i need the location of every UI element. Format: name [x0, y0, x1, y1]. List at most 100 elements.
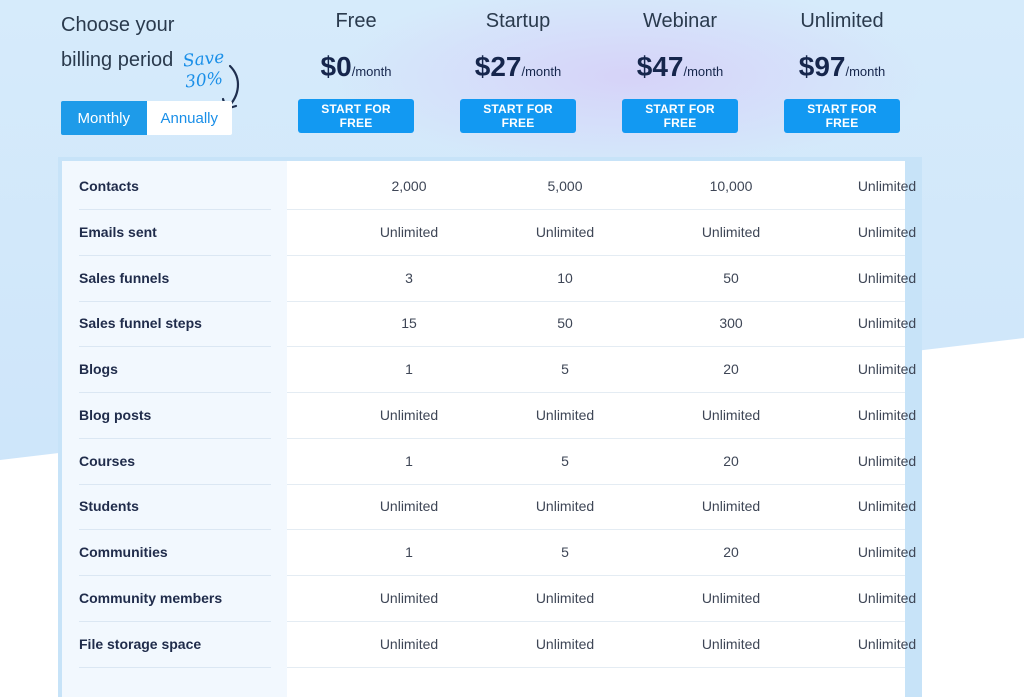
- feature-value-cell: 50: [723, 269, 739, 286]
- feature-value-cell: Unlimited: [857, 498, 917, 515]
- feature-value-cell: Unlimited: [701, 635, 761, 652]
- feature-value-cell: 1: [405, 361, 413, 377]
- table-row: Blogs 1 5 20 Unlimited: [58, 347, 922, 393]
- feature-value-cell: Unlimited: [857, 361, 917, 377]
- feature-value-cell: 3: [405, 269, 413, 286]
- feature-label: Courses: [79, 439, 271, 485]
- table-row: Courses 1 5 20 Unlimited: [58, 439, 922, 485]
- feature-values: Unlimited Unlimited Unlimited Unlimited: [287, 393, 916, 439]
- feature-value-cell: Unlimited: [857, 406, 917, 423]
- feature-value-cell: Unlimited: [857, 544, 917, 560]
- price-amount: $27: [474, 51, 522, 82]
- feature-value-cell: 1: [405, 452, 413, 469]
- feature-value-cell: Unlimited: [701, 498, 761, 515]
- feature-value-cell: 20: [723, 452, 739, 469]
- feature-values: 1 5 20 Unlimited: [287, 439, 916, 485]
- feature-value-cell: 5,000: [547, 178, 583, 194]
- table-row: Blog posts Unlimited Unlimited Unlimited Unl…: [58, 393, 922, 439]
- feature-label: Emails sent: [79, 210, 271, 256]
- plan-price: $0/month: [286, 51, 426, 83]
- plan-free: Free $0/month START FOR FREE: [286, 10, 426, 133]
- feature-value-cell: 2,000: [391, 178, 427, 194]
- feature-value-cell: Unlimited: [379, 498, 439, 515]
- table-row: Sales funnel steps 15 50 300 Unlimited: [58, 301, 922, 348]
- feature-label: File storage space: [79, 622, 271, 668]
- feature-label: Sales funnels: [79, 256, 271, 302]
- feature-label: Blog posts: [79, 393, 271, 439]
- plan-name: Webinar: [642, 10, 718, 32]
- feature-values: Unlimited Unlimited Unlimited Unlimited: [287, 484, 916, 531]
- feature-values: 15 50 300 Unlimited: [287, 301, 916, 348]
- feature-value-cell: Unlimited: [379, 406, 439, 423]
- price-period: /month: [845, 64, 886, 79]
- feature-value-cell: 1: [405, 544, 413, 560]
- feature-value-cell: Unlimited: [535, 223, 595, 240]
- feature-value-cell: 20: [723, 544, 739, 560]
- plan-price: $27/month: [448, 51, 588, 83]
- plan-name: Startup: [485, 10, 551, 32]
- feature-value-cell: Unlimited: [535, 498, 595, 515]
- price-period: /month: [521, 64, 562, 79]
- feature-value-cell: 50: [557, 315, 573, 332]
- feature-value-cell: Unlimited: [379, 635, 439, 652]
- plan-price: $97/month: [772, 51, 912, 83]
- price-amount: $0: [320, 51, 352, 82]
- feature-value-cell: Unlimited: [857, 315, 917, 332]
- start-for-free-button[interactable]: START FOR FREE: [784, 99, 900, 133]
- feature-label: Communities: [79, 530, 271, 576]
- feature-value-cell: Unlimited: [857, 269, 917, 286]
- feature-value-cell: 5: [561, 361, 569, 377]
- price-period: /month: [351, 64, 392, 79]
- feature-label: Community members: [79, 576, 271, 622]
- feature-label: Sales funnel steps: [79, 301, 271, 348]
- feature-value-cell: 10: [557, 269, 573, 286]
- price-amount: $97: [798, 51, 846, 82]
- feature-value-cell: 20: [723, 361, 739, 377]
- feature-value-cell: 5: [561, 544, 569, 560]
- plan-name: Free: [335, 10, 377, 32]
- feature-values: Unlimited Unlimited Unlimited Unlimited: [287, 210, 916, 256]
- feature-value-cell: Unlimited: [379, 223, 439, 240]
- feature-value-cell: Unlimited: [701, 589, 761, 606]
- plan-name: Unlimited: [800, 10, 884, 32]
- toggle-annually[interactable]: Annually: [146, 101, 232, 135]
- plan-webinar: Webinar $47/month START FOR FREE: [610, 10, 750, 133]
- feature-label: Blogs: [79, 347, 271, 393]
- feature-value-cell: Unlimited: [701, 406, 761, 423]
- feature-value-cell: Unlimited: [857, 178, 917, 194]
- price-amount: $47: [636, 51, 684, 82]
- feature-value-cell: Unlimited: [701, 223, 761, 240]
- feature-value-cell: Unlimited: [857, 589, 917, 606]
- feature-value-cell: Unlimited: [535, 589, 595, 606]
- price-period: /month: [683, 64, 724, 79]
- feature-value-cell: 5: [561, 452, 569, 469]
- feature-value-cell: 10,000: [709, 178, 753, 194]
- feature-values: Unlimited Unlimited Unlimited Unlimited: [287, 576, 916, 622]
- feature-value-cell: 300: [719, 315, 743, 332]
- start-for-free-button[interactable]: START FOR FREE: [622, 99, 738, 133]
- start-for-free-button[interactable]: START FOR FREE: [460, 99, 576, 133]
- table-row: Community members Unlimited Unlimited Unlim…: [58, 576, 922, 622]
- table-row: Students Unlimited Unlimited Unlimited Unlim…: [58, 484, 922, 531]
- table-row: File storage space Unlimited Unlimited Unli…: [58, 622, 922, 668]
- table-row: Emails sent Unlimited Unlimited Unlimited Un…: [58, 210, 922, 256]
- billing-toggle: Monthly Annually: [61, 101, 232, 135]
- feature-values: 3 10 50 Unlimited: [287, 256, 916, 302]
- table-row: Contacts 2,000 5,000 10,000 Unlimited: [58, 164, 922, 210]
- plan-startup: Startup $27/month START FOR FREE: [448, 10, 588, 133]
- table-row: Communities 1 5 20 Unlimited: [58, 530, 922, 576]
- toggle-monthly[interactable]: Monthly: [61, 101, 147, 135]
- feature-label: Contacts: [79, 164, 271, 210]
- plan-price: $47/month: [610, 51, 750, 83]
- features-table: Contacts 2,000 5,000 10,000 Unlimited Emails …: [58, 157, 922, 697]
- table-row: Sales funnels 3 10 50 Unlimited: [58, 256, 922, 302]
- feature-values: 2,000 5,000 10,000 Unlimited: [287, 164, 916, 210]
- feature-value-cell: 15: [401, 315, 417, 332]
- feature-values: 1 5 20 Unlimited: [287, 530, 916, 576]
- feature-value-cell: Unlimited: [857, 223, 917, 240]
- feature-value-cell: Unlimited: [379, 589, 439, 606]
- plan-unlimited: Unlimited $97/month START FOR FREE: [772, 10, 912, 133]
- feature-value-cell: Unlimited: [857, 635, 917, 652]
- start-for-free-button[interactable]: START FOR FREE: [298, 99, 414, 133]
- feature-label: Students: [79, 484, 271, 531]
